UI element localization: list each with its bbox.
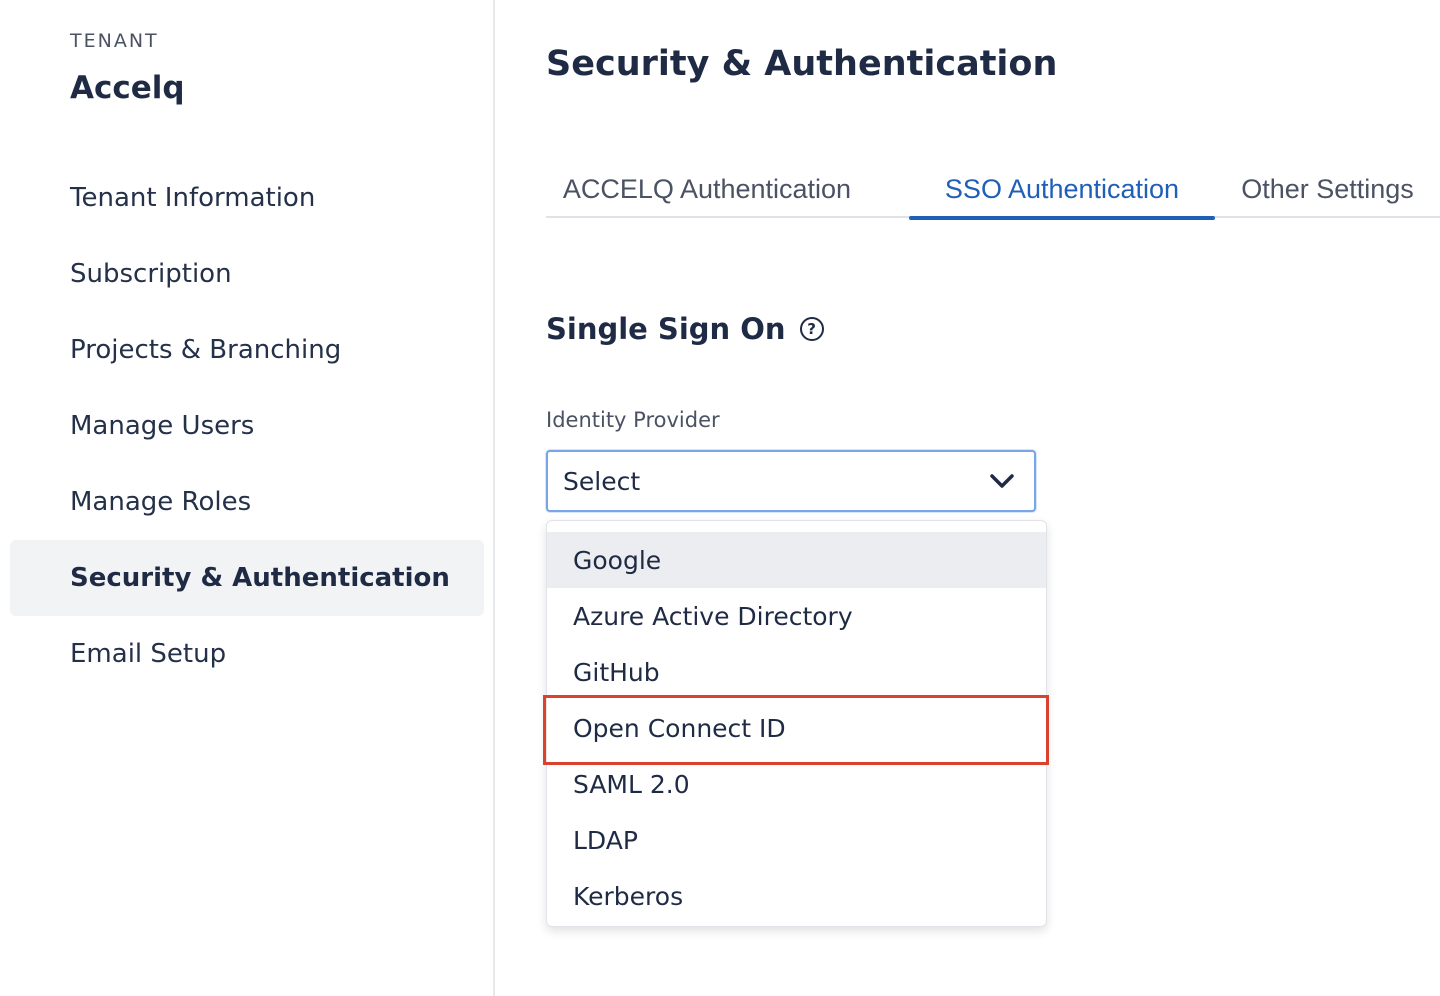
identity-provider-label: Identity Provider (546, 408, 720, 432)
option-ldap[interactable]: LDAP (547, 812, 1046, 868)
tenant-label: TENANT (70, 30, 159, 52)
tab-bar: ACCELQ Authentication SSO Authentication… (546, 160, 1440, 220)
sidebar-item-manage-roles[interactable]: Manage Roles (10, 464, 484, 540)
option-kerberos[interactable]: Kerberos (547, 868, 1046, 924)
sidebar-item-security-authentication[interactable]: Security & Authentication (10, 540, 484, 616)
sidebar-item-tenant-information[interactable]: Tenant Information (10, 160, 484, 236)
option-azure-active-directory[interactable]: Azure Active Directory (547, 588, 1046, 644)
tab-accelq-authentication[interactable]: ACCELQ Authentication (546, 160, 868, 218)
chevron-down-icon (990, 474, 1014, 488)
sidebar-item-manage-users[interactable]: Manage Users (10, 388, 484, 464)
sidebar-item-subscription[interactable]: Subscription (10, 236, 484, 312)
sidebar: TENANT Accelq Tenant Information Subscri… (0, 0, 495, 996)
option-google[interactable]: Google (547, 532, 1046, 588)
identity-provider-dropdown: Google Azure Active Directory GitHub Ope… (543, 520, 1049, 927)
tab-sso-authentication[interactable]: SSO Authentication (909, 160, 1215, 220)
section-title: Single Sign On ? (546, 312, 824, 346)
identity-provider-select[interactable]: Select (546, 450, 1036, 512)
sidebar-item-email-setup[interactable]: Email Setup (10, 616, 484, 692)
sidebar-item-projects-branching[interactable]: Projects & Branching (10, 312, 484, 388)
page-title: Security & Authentication (546, 44, 1058, 84)
option-saml-2-0[interactable]: SAML 2.0 (547, 756, 1046, 812)
select-value: Select (563, 466, 641, 496)
tab-other-settings[interactable]: Other Settings (1215, 160, 1440, 218)
tenant-name: Accelq (70, 70, 185, 106)
sidebar-nav: Tenant Information Subscription Projects… (10, 160, 484, 692)
section-title-text: Single Sign On (546, 312, 786, 346)
main-content: Security & Authentication ACCELQ Authent… (543, 0, 1440, 996)
option-open-connect-id[interactable]: Open Connect ID (547, 700, 1046, 756)
question-circle-icon[interactable]: ? (799, 317, 824, 341)
option-github[interactable]: GitHub (547, 644, 1046, 700)
